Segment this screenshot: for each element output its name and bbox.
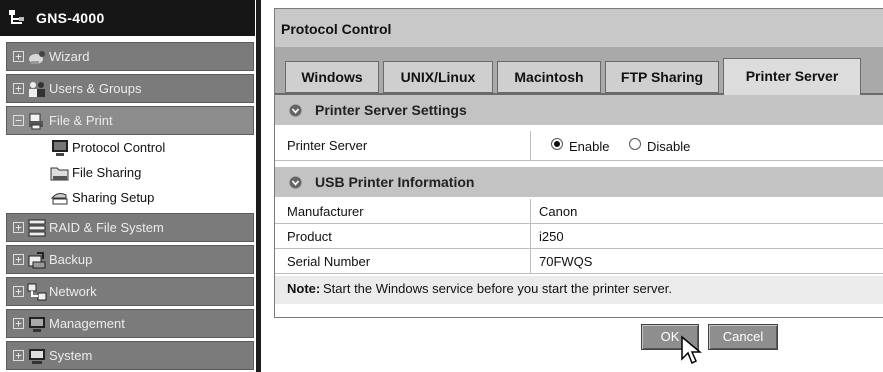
- sidebar-subitem-file-sharing[interactable]: File Sharing: [6, 161, 254, 186]
- tab-windows[interactable]: Windows: [285, 61, 379, 93]
- sidebar-item-system[interactable]: + System: [6, 341, 254, 370]
- manufacturer-label: Manufacturer: [287, 204, 364, 219]
- sidebar-item-label: Users & Groups: [49, 81, 142, 96]
- sidebar-item-label: Wizard: [49, 49, 90, 64]
- tab-strip: Windows UNIX/Linux Macintosh FTP Sharing…: [275, 47, 883, 101]
- collapse-circle-icon[interactable]: [289, 104, 302, 117]
- section-usb-printer-information: USB Printer Information: [275, 167, 883, 197]
- expand-icon[interactable]: +: [13, 318, 24, 329]
- sidebar-item-label: File & Print: [49, 113, 113, 128]
- product-value: i250: [539, 229, 564, 244]
- protocol-control-panel: Protocol Control Windows UNIX/Linux Maci…: [274, 8, 883, 318]
- device-tree-icon: [9, 10, 24, 24]
- backup-icon: [28, 252, 46, 269]
- folder-icon: [50, 167, 69, 181]
- sidebar: GNS-4000 + Wizard + Users & Groups − Fil…: [0, 0, 256, 372]
- tab-macintosh[interactable]: Macintosh: [497, 61, 601, 93]
- sidebar-item-label: Backup: [49, 252, 93, 267]
- expand-icon[interactable]: +: [13, 51, 24, 62]
- section-heading: USB Printer Information: [315, 174, 475, 190]
- sidebar-item-label: RAID & File System: [49, 220, 164, 235]
- mouse-cursor-icon: [681, 335, 702, 365]
- sidebar-item-backup[interactable]: + Backup: [6, 245, 254, 274]
- disable-radio-label[interactable]: Disable: [647, 139, 690, 154]
- raid-icon: [28, 219, 46, 237]
- section-printer-server-settings: Printer Server Settings: [275, 95, 883, 125]
- sidebar-item-management[interactable]: + Management: [6, 309, 254, 338]
- sidebar-item-label: Network: [49, 284, 97, 299]
- file-print-icon: [29, 113, 43, 130]
- cancel-button[interactable]: Cancel: [708, 324, 778, 350]
- collapse-circle-icon[interactable]: [289, 176, 302, 189]
- sidebar-subitem-protocol-control[interactable]: Protocol Control: [6, 136, 254, 161]
- sidebar-subitem-sharing-setup[interactable]: Sharing Setup: [6, 186, 254, 211]
- expand-icon[interactable]: +: [13, 286, 24, 297]
- expand-icon[interactable]: +: [13, 83, 24, 94]
- users-groups-icon: [29, 82, 45, 97]
- system-icon: [29, 349, 45, 364]
- tab-printer-server[interactable]: Printer Server: [723, 58, 861, 95]
- serial-number-label: Serial Number: [287, 254, 371, 269]
- manufacturer-value: Canon: [539, 204, 578, 219]
- management-icon: [29, 317, 45, 332]
- column-divider: [530, 131, 531, 160]
- collapse-icon[interactable]: −: [13, 115, 24, 126]
- column-divider: [530, 199, 531, 223]
- serial-number-value: 70FWQS: [539, 254, 593, 269]
- page-title: Protocol Control: [281, 21, 392, 37]
- tab-unix-linux[interactable]: UNIX/Linux: [383, 61, 493, 93]
- note-row: Note: Start the Windows service before y…: [275, 276, 883, 304]
- expand-icon[interactable]: +: [13, 254, 24, 265]
- sidebar-subitem-label: File Sharing: [72, 165, 142, 180]
- sidebar-subitem-label: Protocol Control: [72, 140, 166, 155]
- enable-radio-label[interactable]: Enable: [569, 139, 609, 154]
- printer-server-label: Printer Server: [287, 138, 368, 153]
- table-row: Serial Number 70FWQS: [275, 249, 883, 274]
- sidebar-item-label: Management: [49, 316, 125, 331]
- expand-icon[interactable]: +: [13, 350, 24, 361]
- tab-ftp-sharing[interactable]: FTP Sharing: [605, 61, 719, 93]
- sidebar-subitem-label: Sharing Setup: [72, 190, 155, 205]
- sidebar-item-raid-file-system[interactable]: + RAID & File System: [6, 213, 254, 242]
- table-row: Product i250: [275, 224, 883, 249]
- section-heading: Printer Server Settings: [315, 102, 467, 118]
- expand-icon[interactable]: +: [13, 222, 24, 233]
- sidebar-item-label: System: [49, 348, 93, 363]
- sidebar-divider: [256, 0, 261, 372]
- sidebar-item-wizard[interactable]: + Wizard: [6, 42, 254, 71]
- product-label: Product: [287, 229, 332, 244]
- printer-server-row: Printer Server Enable Disable: [275, 131, 883, 161]
- panel-title-bar: Protocol Control: [275, 9, 883, 47]
- wizard-icon: [29, 51, 45, 64]
- table-row: Manufacturer Canon: [275, 199, 883, 224]
- sharing-hand-icon: [50, 193, 68, 205]
- monitor-icon: [52, 140, 68, 156]
- column-divider: [530, 224, 531, 248]
- sidebar-item-file-print[interactable]: − File & Print: [6, 106, 254, 135]
- device-name: GNS-4000: [36, 10, 105, 26]
- note-text: Start the Windows service before you sta…: [323, 281, 672, 296]
- sidebar-item-users-groups[interactable]: + Users & Groups: [6, 74, 254, 103]
- enable-radio[interactable]: [551, 138, 563, 150]
- disable-radio[interactable]: [629, 138, 641, 150]
- note-label: Note:: [287, 281, 321, 296]
- sidebar-item-network[interactable]: + Network: [6, 277, 254, 306]
- network-icon: [27, 283, 47, 301]
- column-divider: [530, 249, 531, 273]
- sidebar-header: GNS-4000: [0, 0, 255, 36]
